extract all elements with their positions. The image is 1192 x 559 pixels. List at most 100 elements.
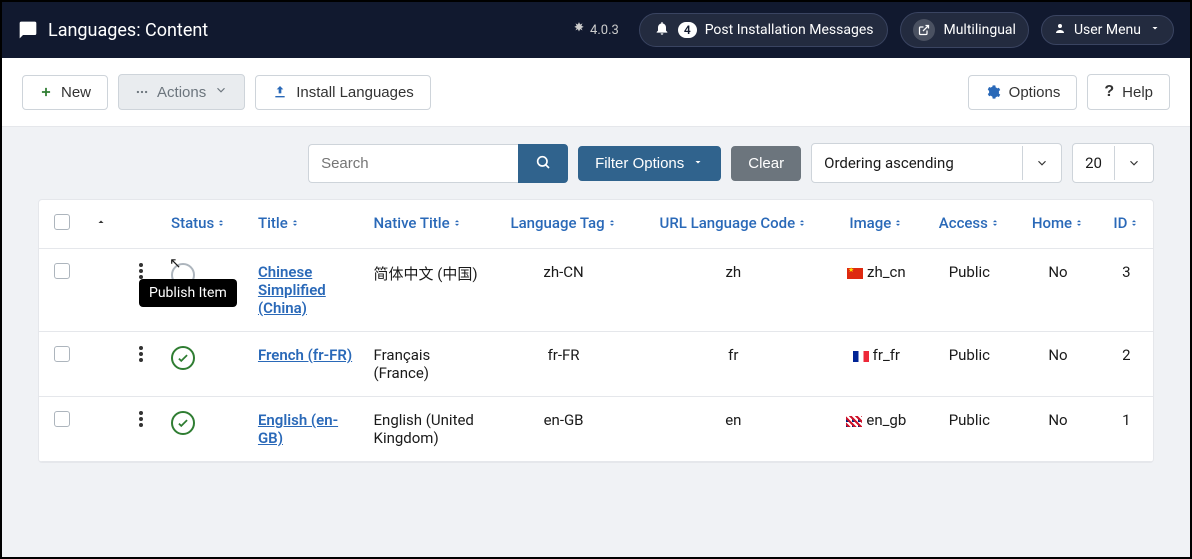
help-label: Help: [1122, 84, 1153, 101]
url-code-cell: fr: [636, 332, 830, 397]
chat-icon: [18, 20, 38, 40]
version-badge: 4.0.3: [572, 21, 619, 39]
page-title: Languages: Content: [48, 20, 208, 41]
column-id[interactable]: ID: [1100, 200, 1153, 249]
column-access[interactable]: Access: [922, 200, 1016, 249]
gear-icon: [985, 84, 1001, 100]
ordering-select[interactable]: Ordering ascending: [811, 143, 1062, 183]
notifications-button[interactable]: 4 Post Installation Messages: [639, 13, 889, 47]
table-row: French (fr-FR) Français (France)fr-FRfrfr…: [39, 332, 1153, 397]
page-size-label: 20: [1073, 144, 1114, 182]
plus-icon: [39, 85, 53, 99]
language-tag-cell: zh-CN: [491, 249, 637, 332]
row-actions-menu[interactable]: [131, 411, 151, 427]
row-checkbox[interactable]: [54, 411, 70, 427]
status-published-icon[interactable]: [171, 346, 195, 370]
ordering-label: Ordering ascending: [812, 144, 1022, 182]
column-image[interactable]: Image: [830, 200, 922, 249]
column-url-code[interactable]: URL Language Code: [636, 200, 830, 249]
sort-icon: [607, 214, 617, 232]
install-languages-button[interactable]: Install Languages: [255, 75, 431, 110]
question-icon: ?: [1104, 83, 1114, 101]
flag-icon: [847, 268, 863, 279]
filter-options-label: Filter Options: [595, 155, 684, 172]
publish-tooltip: Publish Item: [139, 279, 237, 307]
actions-button[interactable]: Actions: [118, 74, 245, 110]
native-title-cell: Français (France): [364, 332, 491, 397]
language-title-link[interactable]: English (en-GB): [258, 411, 338, 447]
joomla-icon: [572, 21, 586, 39]
options-button[interactable]: Options: [968, 75, 1078, 110]
access-cell: Public: [922, 249, 1016, 332]
column-language-tag[interactable]: Language Tag: [491, 200, 637, 249]
sort-asc-icon: [95, 214, 107, 232]
bell-icon: [654, 20, 670, 40]
id-cell: 3: [1100, 249, 1153, 332]
notification-label: Post Installation Messages: [705, 22, 874, 38]
user-icon: [1054, 22, 1066, 38]
toolbar: New Actions Install Languages Options ? …: [2, 58, 1190, 127]
caret-down-icon: [692, 155, 704, 172]
multilingual-button[interactable]: Multilingual: [900, 12, 1028, 48]
new-button[interactable]: New: [22, 75, 108, 110]
options-label: Options: [1009, 84, 1061, 101]
install-label: Install Languages: [296, 84, 414, 101]
sort-icon: [452, 214, 462, 232]
row-actions-menu[interactable]: [131, 346, 151, 362]
filter-options-button[interactable]: Filter Options: [578, 146, 721, 181]
sort-icon: [797, 214, 807, 232]
column-status[interactable]: Status: [161, 200, 248, 249]
actions-label: Actions: [157, 84, 206, 101]
user-menu-button[interactable]: User Menu: [1041, 15, 1174, 45]
row-checkbox[interactable]: [54, 346, 70, 362]
topbar: Languages: Content 4.0.3 4 Post Installa…: [2, 2, 1190, 58]
id-cell: 2: [1100, 332, 1153, 397]
search-icon: [535, 154, 551, 173]
row-actions-menu[interactable]: [131, 263, 151, 279]
languages-table-wrap: Status Title Native Title Language Tag U…: [38, 199, 1154, 463]
ellipsis-icon: [135, 85, 149, 99]
url-code-cell: zh: [636, 249, 830, 332]
language-title-link[interactable]: French (fr-FR): [258, 346, 352, 364]
column-ordering[interactable]: [85, 200, 121, 249]
access-cell: Public: [922, 332, 1016, 397]
chevron-down-icon: [1149, 22, 1161, 38]
page-size-select[interactable]: 20: [1072, 143, 1154, 183]
sort-icon: [290, 214, 300, 232]
clear-button[interactable]: Clear: [731, 146, 801, 181]
home-cell: No: [1016, 332, 1100, 397]
search-group: [308, 144, 568, 183]
language-title-link[interactable]: Chinese Simplified (China): [258, 263, 326, 317]
external-link-icon: [913, 19, 935, 41]
column-title[interactable]: Title: [248, 200, 364, 249]
column-native-title[interactable]: Native Title: [364, 200, 491, 249]
chevron-down-icon: [1114, 146, 1153, 180]
native-title-cell: 简体中文 (中国): [364, 249, 491, 332]
image-cell: en_gb: [830, 397, 922, 462]
sort-icon: [216, 214, 226, 232]
filter-row: Filter Options Clear Ordering ascending …: [2, 127, 1190, 199]
multilingual-label: Multilingual: [943, 22, 1015, 38]
languages-table: Status Title Native Title Language Tag U…: [39, 200, 1153, 462]
upload-icon: [272, 84, 288, 100]
chevron-down-icon: [214, 83, 228, 101]
new-label: New: [61, 84, 91, 101]
status-published-icon[interactable]: [171, 411, 195, 435]
select-all-checkbox[interactable]: [54, 214, 70, 230]
sort-icon: [893, 214, 903, 232]
row-checkbox[interactable]: [54, 263, 70, 279]
sort-icon: [1074, 214, 1084, 232]
search-input[interactable]: [308, 144, 518, 183]
column-home[interactable]: Home: [1016, 200, 1100, 249]
clear-label: Clear: [748, 155, 784, 172]
user-menu-label: User Menu: [1074, 22, 1141, 38]
language-tag-cell: fr-FR: [491, 332, 637, 397]
help-button[interactable]: ? Help: [1087, 74, 1170, 110]
access-cell: Public: [922, 397, 1016, 462]
image-cell: zh_cn: [830, 249, 922, 332]
sort-icon: [990, 214, 1000, 232]
image-cell: fr_fr: [830, 332, 922, 397]
search-button[interactable]: [518, 144, 568, 183]
notification-count: 4: [678, 22, 697, 38]
url-code-cell: en: [636, 397, 830, 462]
